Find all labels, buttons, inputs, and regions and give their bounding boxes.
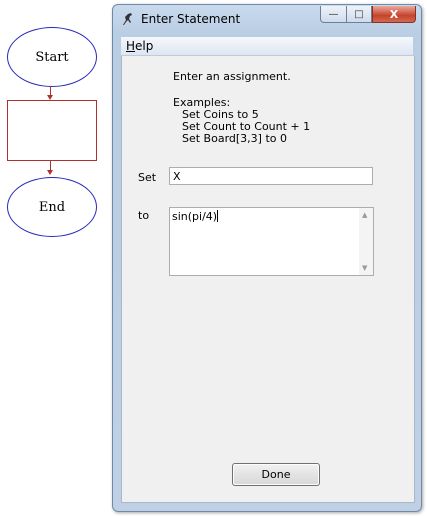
instruction-text: Enter an assignment.: [173, 70, 291, 83]
example-line: Set Board[3,3] to 0: [182, 132, 287, 145]
connector-start-to-assign: [50, 86, 51, 95]
flowchart: Start End: [0, 0, 110, 516]
menu-help[interactable]: Help: [126, 39, 153, 53]
caption-buttons: — □ X: [320, 6, 416, 24]
done-button[interactable]: Done: [232, 463, 320, 486]
scroll-up-icon[interactable]: ▲: [362, 211, 367, 219]
close-button[interactable]: X: [372, 6, 416, 23]
expression-text: sin(pi/4): [172, 210, 218, 223]
start-node[interactable]: Start: [7, 27, 97, 87]
maximize-button[interactable]: □: [346, 6, 372, 23]
minimize-button[interactable]: —: [320, 6, 346, 23]
window-title: Enter Statement: [141, 12, 241, 26]
set-label: Set: [138, 171, 157, 184]
title-bar[interactable]: Enter Statement — □ X: [113, 5, 421, 35]
scroll-down-icon[interactable]: ▼: [362, 264, 367, 272]
end-node[interactable]: End: [7, 177, 97, 237]
to-label: to: [138, 209, 150, 222]
enter-statement-dialog: Enter Statement — □ X Help Enter an assi…: [112, 4, 422, 512]
minimize-icon: —: [328, 8, 339, 20]
close-icon: X: [389, 7, 399, 21]
menu-bar: Help: [121, 37, 413, 56]
done-button-label: Done: [261, 468, 291, 481]
assignment-node[interactable]: [7, 100, 97, 161]
expression-textarea[interactable]: sin(pi/4) ▲ ▼: [169, 207, 374, 276]
arrowhead: [47, 170, 53, 175]
vertical-scrollbar[interactable]: ▲ ▼: [359, 208, 373, 275]
maximize-icon: □: [354, 8, 364, 20]
start-node-label: Start: [35, 49, 69, 65]
set-variable-input[interactable]: [169, 167, 373, 185]
end-node-label: End: [38, 199, 66, 215]
dialog-body: Enter an assignment. Examples: Set Coins…: [121, 56, 415, 503]
raptor-app-icon: [123, 13, 132, 25]
